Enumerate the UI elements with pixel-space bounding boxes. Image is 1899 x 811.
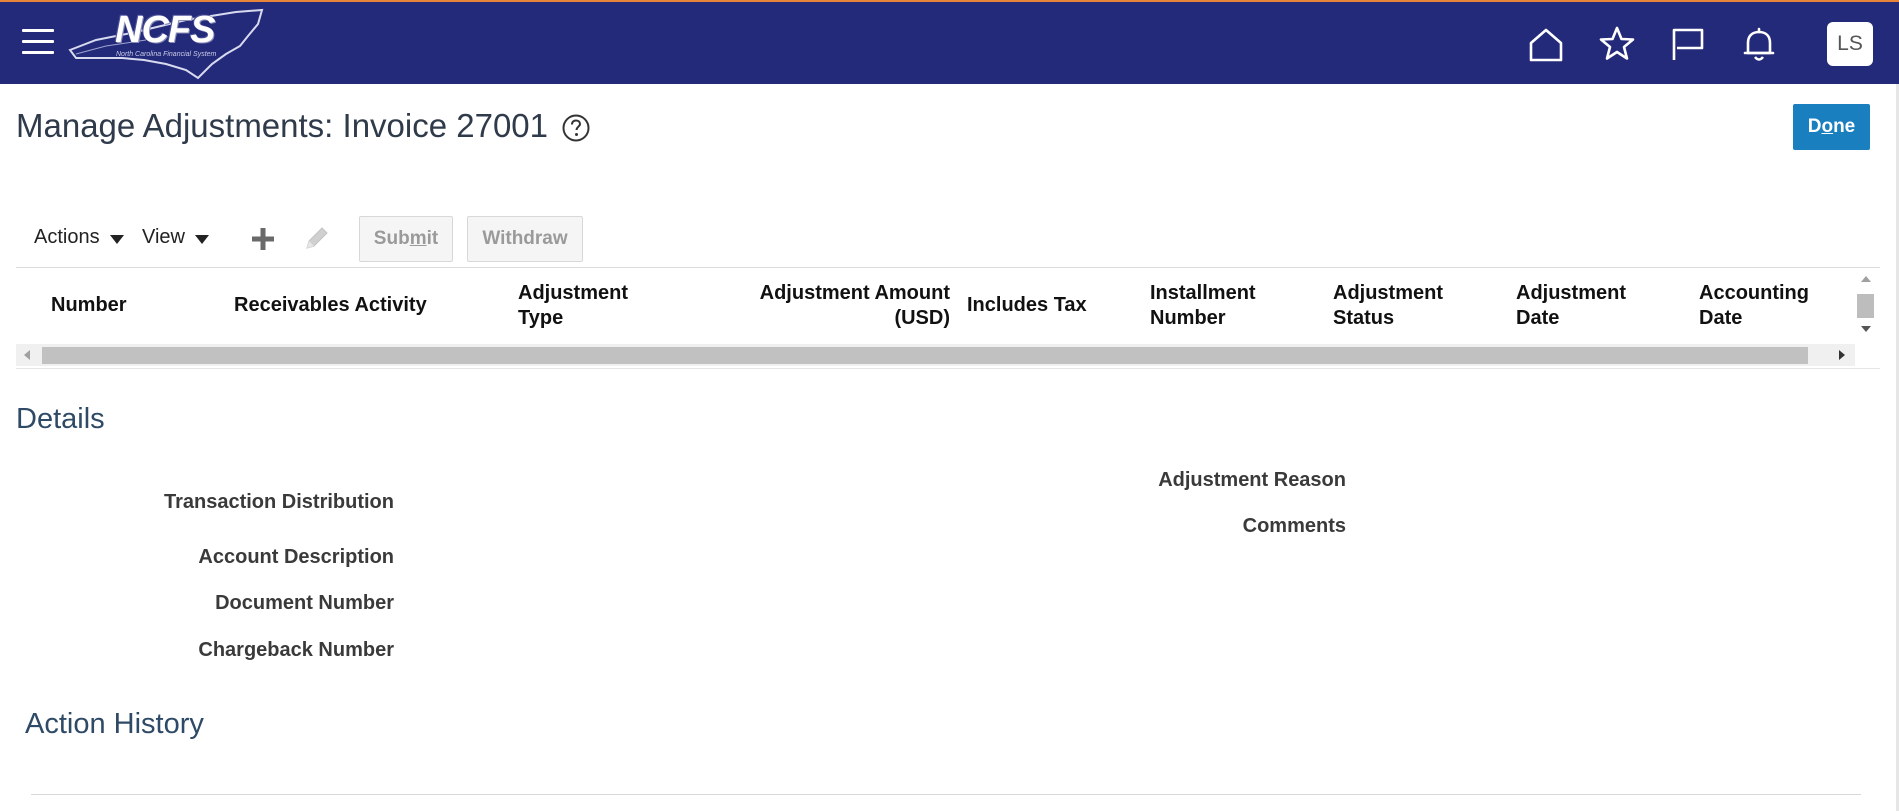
caret-down-icon xyxy=(195,234,209,244)
bell-icon[interactable] xyxy=(1739,24,1779,64)
submit-label-pre: Sub xyxy=(373,228,410,249)
column-header-number[interactable]: Number xyxy=(51,293,127,318)
withdraw-button[interactable]: Withdraw xyxy=(467,216,583,262)
action-history-title: Action History xyxy=(25,708,204,740)
done-button[interactable]: Done xyxy=(1793,104,1870,150)
label-document-number: Document Number xyxy=(215,592,394,614)
label-comments: Comments xyxy=(1242,515,1346,537)
scroll-up-arrow-icon[interactable] xyxy=(1861,276,1871,282)
vertical-scrollbar[interactable] xyxy=(1855,269,1876,341)
star-icon[interactable] xyxy=(1597,24,1637,64)
scroll-thumb[interactable] xyxy=(1857,294,1874,318)
column-header-text: Date xyxy=(1516,307,1560,329)
scroll-down-arrow-icon[interactable] xyxy=(1861,326,1871,332)
column-header-text: Installment xyxy=(1150,282,1256,304)
actions-menu-label: Actions xyxy=(34,226,100,248)
column-header-text: Adjustment Amount xyxy=(759,282,950,304)
column-header-includes-tax[interactable]: Includes Tax xyxy=(967,293,1087,318)
help-icon[interactable] xyxy=(561,113,591,143)
edit-pencil-icon[interactable] xyxy=(302,225,330,253)
column-header-receivables-activity[interactable]: Receivables Activity xyxy=(234,293,427,318)
done-label-post: ne xyxy=(1833,116,1856,137)
done-label-pre: D xyxy=(1807,116,1822,137)
column-header-text: Adjustment xyxy=(1333,282,1443,304)
label-adjustment-reason: Adjustment Reason xyxy=(1158,469,1346,491)
divider xyxy=(31,794,1861,795)
home-icon[interactable] xyxy=(1526,24,1566,64)
column-header-adjustment-date[interactable]: Adjustment Date xyxy=(1516,281,1626,331)
top-navigation-bar: NCFS North Carolina Financial System LS xyxy=(0,0,1899,84)
scroll-thumb[interactable] xyxy=(42,347,1808,364)
column-header-adjustment-amount[interactable]: Adjustment Amount (USD) xyxy=(744,281,950,331)
label-account-description: Account Description xyxy=(198,546,394,568)
caret-down-icon xyxy=(109,234,124,244)
column-header-text: Includes Tax xyxy=(967,294,1087,316)
column-header-text: Status xyxy=(1333,307,1395,329)
column-header-text: Number xyxy=(1150,307,1226,329)
column-header-text: (USD) xyxy=(894,307,950,329)
column-header-text: Accounting xyxy=(1699,282,1809,304)
column-header-accounting-date[interactable]: Accounting Date xyxy=(1699,281,1809,331)
user-avatar[interactable]: LS xyxy=(1827,22,1873,66)
logo-text: NCFS xyxy=(115,9,215,51)
view-menu[interactable]: View xyxy=(142,226,209,249)
column-header-text: Type xyxy=(518,307,564,329)
column-header-text: Receivables Activity xyxy=(234,294,427,316)
add-icon[interactable] xyxy=(250,226,276,252)
column-header-text: Adjustment xyxy=(518,282,628,304)
label-transaction-distribution: Transaction Distribution xyxy=(163,491,394,513)
logo-subtitle: North Carolina Financial System xyxy=(116,51,217,58)
done-label-mnemonic: o xyxy=(1821,116,1834,137)
submit-button[interactable]: Submit xyxy=(359,216,453,262)
actions-menu[interactable]: Actions xyxy=(34,226,124,249)
menu-icon[interactable] xyxy=(22,29,54,57)
page-title: Manage Adjustments: Invoice 27001 xyxy=(16,107,549,144)
label-chargeback-number: Chargeback Number xyxy=(198,639,394,661)
column-header-adjustment-status[interactable]: Adjustment Status xyxy=(1333,281,1443,331)
submit-label-post: it xyxy=(426,228,439,249)
column-header-text: Adjustment xyxy=(1516,282,1626,304)
column-header-text: Date xyxy=(1699,307,1743,329)
details-title: Details xyxy=(16,403,105,435)
submit-label-mnemonic: m xyxy=(409,228,427,249)
horizontal-scrollbar[interactable] xyxy=(16,344,1855,366)
column-header-adjustment-type[interactable]: Adjustment Type xyxy=(518,281,628,331)
ncfs-logo[interactable]: NCFS North Carolina Financial System xyxy=(66,6,266,84)
column-header-installment-number[interactable]: Installment Number xyxy=(1150,281,1256,331)
view-menu-label: View xyxy=(142,226,185,248)
column-header-text: Number xyxy=(51,294,127,316)
scroll-left-arrow-icon[interactable] xyxy=(24,350,30,360)
scroll-right-arrow-icon[interactable] xyxy=(1839,350,1845,360)
flag-icon[interactable] xyxy=(1668,24,1708,64)
